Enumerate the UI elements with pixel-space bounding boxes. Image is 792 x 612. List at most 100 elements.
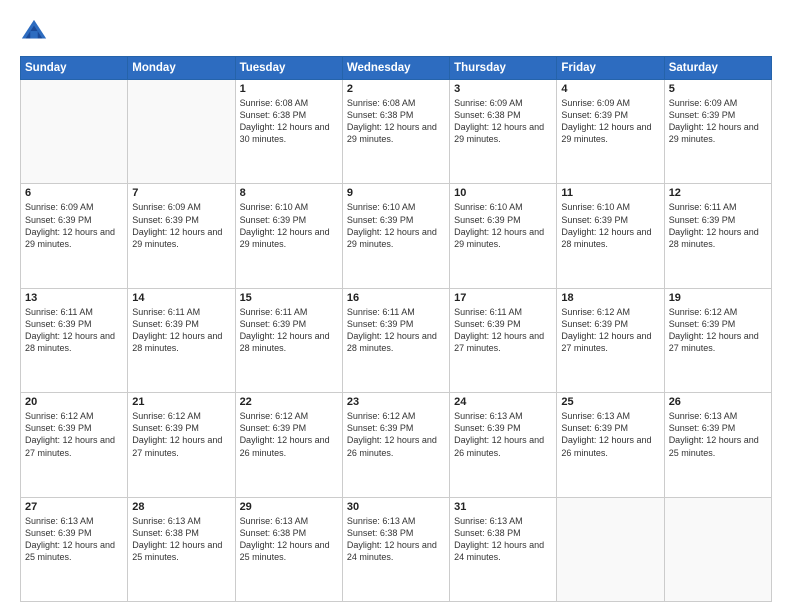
day-cell: 6 Sunrise: 6:09 AMSunset: 6:39 PMDaylight… [21,184,128,288]
day-number: 26 [669,396,767,408]
page: SundayMondayTuesdayWednesdayThursdayFrid… [0,0,792,612]
day-cell: 29 Sunrise: 6:13 AMSunset: 6:38 PMDayligh… [235,497,342,601]
day-info: Sunrise: 6:13 AMSunset: 6:38 PMDaylight:… [454,515,552,564]
day-cell: 10Sunrise: 6:10 AMSunset: 6:39 PMDayligh… [450,184,557,288]
day-number: 11 [561,187,659,199]
day-info: Sunrise: 6:11 AMSunset: 6:39 PMDaylight:… [240,306,338,355]
day-cell [664,497,771,601]
day-number: 4 [561,83,659,95]
day-cell: 13 Sunrise: 6:11 AMSunset: 6:39 PMDayligh… [21,288,128,392]
day-info: Sunrise: 6:11 AMSunset: 6:39 PMDaylight:… [347,306,445,355]
day-number: 2 [347,83,445,95]
day-number: 27 [25,501,123,513]
logo [20,18,52,46]
weekday-sunday: Sunday [21,57,128,80]
day-cell: 30 Sunrise: 6:13 AMSunset: 6:38 PMDayligh… [342,497,449,601]
day-number: 20 [25,396,123,408]
header [20,18,772,46]
day-number: 6 [25,187,123,199]
day-info: Sunrise: 6:09 AMSunset: 6:39 PMDaylight:… [25,201,123,250]
day-number: 28 [132,501,230,513]
day-info: Sunrise: 6:13 AMSunset: 6:39 PMDaylight:… [669,410,767,459]
day-info: Sunrise: 6:13 AMSunset: 6:38 PMDaylight:… [240,515,338,564]
day-cell: 15 Sunrise: 6:11 AMSunset: 6:39 PMDayligh… [235,288,342,392]
day-number: 7 [132,187,230,199]
week-row-4: 20 Sunrise: 6:12 AMSunset: 6:39 PMDayligh… [21,393,772,497]
day-info: Sunrise: 6:09 AMSunset: 6:39 PMDaylight:… [561,97,659,146]
day-number: 30 [347,501,445,513]
day-info: Sunrise: 6:08 AMSunset: 6:38 PMDaylight:… [347,97,445,146]
day-info: Sunrise: 6:13 AMSunset: 6:39 PMDaylight:… [25,515,123,564]
day-cell: 18 Sunrise: 6:12 AMSunset: 6:39 PMDayligh… [557,288,664,392]
day-cell: 12Sunrise: 6:11 AMSunset: 6:39 PMDayligh… [664,184,771,288]
day-cell [557,497,664,601]
day-cell: 25Sunrise: 6:13 AMSunset: 6:39 PMDayligh… [557,393,664,497]
week-row-3: 13 Sunrise: 6:11 AMSunset: 6:39 PMDayligh… [21,288,772,392]
day-info: Sunrise: 6:11 AMSunset: 6:39 PMDaylight:… [669,201,767,250]
weekday-saturday: Saturday [664,57,771,80]
day-cell: 4 Sunrise: 6:09 AMSunset: 6:39 PMDaylight… [557,80,664,184]
day-number: 8 [240,187,338,199]
day-cell: 16 Sunrise: 6:11 AMSunset: 6:39 PMDayligh… [342,288,449,392]
day-number: 22 [240,396,338,408]
day-info: Sunrise: 6:12 AMSunset: 6:39 PMDaylight:… [669,306,767,355]
day-number: 14 [132,292,230,304]
weekday-friday: Friday [557,57,664,80]
day-info: Sunrise: 6:11 AMSunset: 6:39 PMDaylight:… [25,306,123,355]
day-cell: 11 Sunrise: 6:10 AMSunset: 6:39 PMDayligh… [557,184,664,288]
day-info: Sunrise: 6:11 AMSunset: 6:39 PMDaylight:… [132,306,230,355]
day-number: 16 [347,292,445,304]
day-cell: 9 Sunrise: 6:10 AMSunset: 6:39 PMDaylight… [342,184,449,288]
day-cell [128,80,235,184]
day-info: Sunrise: 6:12 AMSunset: 6:39 PMDaylight:… [561,306,659,355]
day-number: 9 [347,187,445,199]
day-cell: 3 Sunrise: 6:09 AMSunset: 6:38 PMDaylight… [450,80,557,184]
day-cell: 14 Sunrise: 6:11 AMSunset: 6:39 PMDayligh… [128,288,235,392]
day-number: 1 [240,83,338,95]
logo-icon [20,18,48,46]
weekday-tuesday: Tuesday [235,57,342,80]
weekday-monday: Monday [128,57,235,80]
day-number: 5 [669,83,767,95]
day-number: 13 [25,292,123,304]
day-info: Sunrise: 6:13 AMSunset: 6:38 PMDaylight:… [347,515,445,564]
day-info: Sunrise: 6:10 AMSunset: 6:39 PMDaylight:… [240,201,338,250]
day-info: Sunrise: 6:09 AMSunset: 6:39 PMDaylight:… [669,97,767,146]
day-number: 17 [454,292,552,304]
day-number: 19 [669,292,767,304]
day-info: Sunrise: 6:12 AMSunset: 6:39 PMDaylight:… [240,410,338,459]
day-cell: 1 Sunrise: 6:08 AMSunset: 6:38 PMDaylight… [235,80,342,184]
day-info: Sunrise: 6:08 AMSunset: 6:38 PMDaylight:… [240,97,338,146]
day-number: 31 [454,501,552,513]
day-info: Sunrise: 6:11 AMSunset: 6:39 PMDaylight:… [454,306,552,355]
weekday-thursday: Thursday [450,57,557,80]
day-cell: 17 Sunrise: 6:11 AMSunset: 6:39 PMDayligh… [450,288,557,392]
day-cell: 23 Sunrise: 6:12 AMSunset: 6:39 PMDayligh… [342,393,449,497]
day-info: Sunrise: 6:13 AMSunset: 6:39 PMDaylight:… [454,410,552,459]
day-cell: 22 Sunrise: 6:12 AMSunset: 6:39 PMDayligh… [235,393,342,497]
day-cell: 20 Sunrise: 6:12 AMSunset: 6:39 PMDayligh… [21,393,128,497]
week-row-5: 27 Sunrise: 6:13 AMSunset: 6:39 PMDayligh… [21,497,772,601]
day-number: 23 [347,396,445,408]
day-info: Sunrise: 6:10 AMSunset: 6:39 PMDaylight:… [561,201,659,250]
day-cell: 31 Sunrise: 6:13 AMSunset: 6:38 PMDayligh… [450,497,557,601]
day-info: Sunrise: 6:12 AMSunset: 6:39 PMDaylight:… [347,410,445,459]
day-number: 15 [240,292,338,304]
day-cell: 28Sunrise: 6:13 AMSunset: 6:38 PMDayligh… [128,497,235,601]
day-number: 18 [561,292,659,304]
weekday-wednesday: Wednesday [342,57,449,80]
day-cell: 2 Sunrise: 6:08 AMSunset: 6:38 PMDaylight… [342,80,449,184]
day-info: Sunrise: 6:12 AMSunset: 6:39 PMDaylight:… [25,410,123,459]
day-cell: 7Sunrise: 6:09 AMSunset: 6:39 PMDaylight… [128,184,235,288]
calendar-table: SundayMondayTuesdayWednesdayThursdayFrid… [20,56,772,602]
day-cell: 27 Sunrise: 6:13 AMSunset: 6:39 PMDayligh… [21,497,128,601]
day-info: Sunrise: 6:10 AMSunset: 6:39 PMDaylight:… [347,201,445,250]
day-info: Sunrise: 6:10 AMSunset: 6:39 PMDaylight:… [454,201,552,250]
day-info: Sunrise: 6:09 AMSunset: 6:38 PMDaylight:… [454,97,552,146]
day-number: 29 [240,501,338,513]
day-cell: 26 Sunrise: 6:13 AMSunset: 6:39 PMDayligh… [664,393,771,497]
weekday-header-row: SundayMondayTuesdayWednesdayThursdayFrid… [21,57,772,80]
day-number: 3 [454,83,552,95]
day-cell: 21Sunrise: 6:12 AMSunset: 6:39 PMDayligh… [128,393,235,497]
day-number: 21 [132,396,230,408]
